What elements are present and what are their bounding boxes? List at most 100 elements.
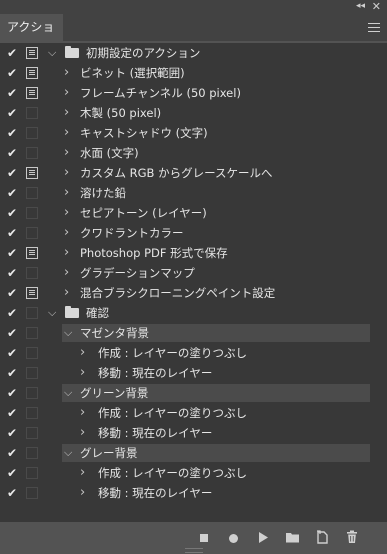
action-row-action[interactable]: ✔ › フレームチャンネル (50 pixel): [0, 83, 387, 103]
chevron-right-icon[interactable]: ›: [80, 403, 85, 423]
stop-icon[interactable]: [200, 534, 208, 542]
chevron-right-icon[interactable]: ›: [64, 103, 69, 123]
toggle-checkmark-icon[interactable]: ✔: [5, 466, 19, 480]
dialog-toggle-icon[interactable]: [26, 167, 38, 179]
chevron-right-icon[interactable]: ›: [64, 83, 69, 103]
toggle-checkmark-icon[interactable]: ✔: [5, 426, 19, 440]
toggle-checkmark-icon[interactable]: ✔: [5, 166, 19, 180]
dialog-toggle-icon[interactable]: [26, 327, 38, 339]
dialog-toggle-icon[interactable]: [26, 67, 38, 79]
action-row-action[interactable]: ✔ › Photoshop PDF 形式で保存: [0, 243, 387, 263]
action-row-action[interactable]: ✔ › クワドラントカラー: [0, 223, 387, 243]
chevron-right-icon[interactable]: ›: [64, 163, 69, 183]
action-row-group[interactable]: ✔ ⌵ マゼンタ背景: [0, 323, 387, 343]
dialog-toggle-icon[interactable]: [26, 87, 38, 99]
action-row-step[interactable]: ✔ › 移動 : 現在のレイヤー: [0, 363, 387, 383]
new-set-folder-icon[interactable]: [285, 531, 300, 543]
chevron-right-icon[interactable]: ›: [80, 463, 85, 483]
action-row-group[interactable]: ✔ ⌵ グリーン背景: [0, 383, 387, 403]
toggle-checkmark-icon[interactable]: ✔: [5, 86, 19, 100]
toggle-checkmark-icon[interactable]: ✔: [5, 186, 19, 200]
action-row-action[interactable]: ✔ › セピアトーン (レイヤー): [0, 203, 387, 223]
chevron-right-icon[interactable]: ›: [64, 263, 69, 283]
toggle-checkmark-icon[interactable]: ✔: [5, 286, 19, 300]
dialog-toggle-icon[interactable]: [26, 427, 38, 439]
action-row-action[interactable]: ✔ › カスタム RGB からグレースケールへ: [0, 163, 387, 183]
dialog-toggle-icon[interactable]: [26, 247, 38, 259]
dialog-toggle-icon[interactable]: [26, 307, 38, 319]
dialog-toggle-icon[interactable]: [26, 407, 38, 419]
delete-trash-icon[interactable]: [346, 530, 358, 544]
action-row-step[interactable]: ✔ › 作成 : レイヤーの塗りつぶし: [0, 343, 387, 363]
toggle-checkmark-icon[interactable]: ✔: [5, 126, 19, 140]
toggle-checkmark-icon[interactable]: ✔: [5, 406, 19, 420]
action-row-action[interactable]: ✔ › グラデーションマップ: [0, 263, 387, 283]
chevron-down-icon[interactable]: ⌵: [48, 43, 56, 63]
dialog-toggle-icon[interactable]: [26, 447, 38, 459]
chevron-right-icon[interactable]: ›: [80, 343, 85, 363]
action-row-step[interactable]: ✔ › 作成 : レイヤーの塗りつぶし: [0, 403, 387, 423]
dialog-toggle-icon[interactable]: [26, 267, 38, 279]
toggle-checkmark-icon[interactable]: ✔: [5, 66, 19, 80]
chevron-right-icon[interactable]: ›: [64, 143, 69, 163]
toggle-checkmark-icon[interactable]: ✔: [5, 306, 19, 320]
action-row-group[interactable]: ✔ ⌵ グレー背景: [0, 443, 387, 463]
chevron-down-icon[interactable]: ⌵: [48, 303, 56, 323]
new-action-icon[interactable]: [316, 530, 328, 544]
chevron-right-icon[interactable]: ›: [64, 283, 69, 303]
record-icon[interactable]: [229, 534, 238, 543]
dialog-toggle-icon[interactable]: [26, 347, 38, 359]
dialog-toggle-icon[interactable]: [26, 187, 38, 199]
chevron-right-icon[interactable]: ›: [64, 63, 69, 83]
action-row-step[interactable]: ✔ › 移動 : 現在のレイヤー: [0, 483, 387, 503]
chevron-down-icon[interactable]: ⌵: [64, 323, 72, 343]
action-row-action[interactable]: ✔ › 水面 (文字): [0, 143, 387, 163]
collapse-panel-icon[interactable]: ◂◂: [356, 1, 365, 11]
toggle-checkmark-icon[interactable]: ✔: [5, 106, 19, 120]
action-row-action[interactable]: ✔ › ビネット (選択範囲): [0, 63, 387, 83]
toggle-checkmark-icon[interactable]: ✔: [5, 266, 19, 280]
chevron-right-icon[interactable]: ›: [80, 483, 85, 503]
action-row-step[interactable]: ✔ › 移動 : 現在のレイヤー: [0, 423, 387, 443]
toggle-checkmark-icon[interactable]: ✔: [5, 146, 19, 160]
chevron-right-icon[interactable]: ›: [80, 423, 85, 443]
dialog-toggle-icon[interactable]: [26, 147, 38, 159]
toggle-checkmark-icon[interactable]: ✔: [5, 326, 19, 340]
close-panel-icon[interactable]: ✕: [372, 0, 381, 13]
toggle-checkmark-icon[interactable]: ✔: [5, 446, 19, 460]
play-icon[interactable]: [258, 531, 269, 544]
toggle-checkmark-icon[interactable]: ✔: [5, 226, 19, 240]
chevron-right-icon[interactable]: ›: [64, 223, 69, 243]
chevron-down-icon[interactable]: ⌵: [64, 443, 72, 463]
chevron-right-icon[interactable]: ›: [80, 363, 85, 383]
toggle-checkmark-icon[interactable]: ✔: [5, 346, 19, 360]
dialog-toggle-icon[interactable]: [26, 367, 38, 379]
action-row-step[interactable]: ✔ › 作成 : レイヤーの塗りつぶし: [0, 463, 387, 483]
toggle-checkmark-icon[interactable]: ✔: [5, 46, 19, 60]
dialog-toggle-icon[interactable]: [26, 487, 38, 499]
chevron-right-icon[interactable]: ›: [64, 243, 69, 263]
dialog-toggle-icon[interactable]: [26, 127, 38, 139]
action-row-action[interactable]: ✔ › 混合ブラシクローニングペイント設定: [0, 283, 387, 303]
toggle-checkmark-icon[interactable]: ✔: [5, 206, 19, 220]
toggle-checkmark-icon[interactable]: ✔: [5, 246, 19, 260]
tab-actions[interactable]: アクション: [0, 14, 63, 61]
dialog-toggle-icon[interactable]: [26, 467, 38, 479]
dialog-toggle-icon[interactable]: [26, 387, 38, 399]
toggle-checkmark-icon[interactable]: ✔: [5, 386, 19, 400]
dialog-toggle-icon[interactable]: [26, 107, 38, 119]
action-row-set[interactable]: ✔ ⌵ 確認: [0, 303, 387, 323]
toggle-checkmark-icon[interactable]: ✔: [5, 366, 19, 380]
action-row-set[interactable]: ✔ ⌵ 初期設定のアクション: [0, 43, 387, 63]
action-row-action[interactable]: ✔ › 木製 (50 pixel): [0, 103, 387, 123]
action-row-action[interactable]: ✔ › 溶けた鉛: [0, 183, 387, 203]
hamburger-menu-icon[interactable]: [368, 23, 380, 32]
resize-grip[interactable]: [185, 548, 203, 553]
chevron-right-icon[interactable]: ›: [64, 203, 69, 223]
dialog-toggle-icon[interactable]: [26, 207, 38, 219]
toggle-checkmark-icon[interactable]: ✔: [5, 486, 19, 500]
chevron-down-icon[interactable]: ⌵: [64, 383, 72, 403]
dialog-toggle-icon[interactable]: [26, 287, 38, 299]
action-row-action[interactable]: ✔ › キャストシャドウ (文字): [0, 123, 387, 143]
chevron-right-icon[interactable]: ›: [64, 123, 69, 143]
